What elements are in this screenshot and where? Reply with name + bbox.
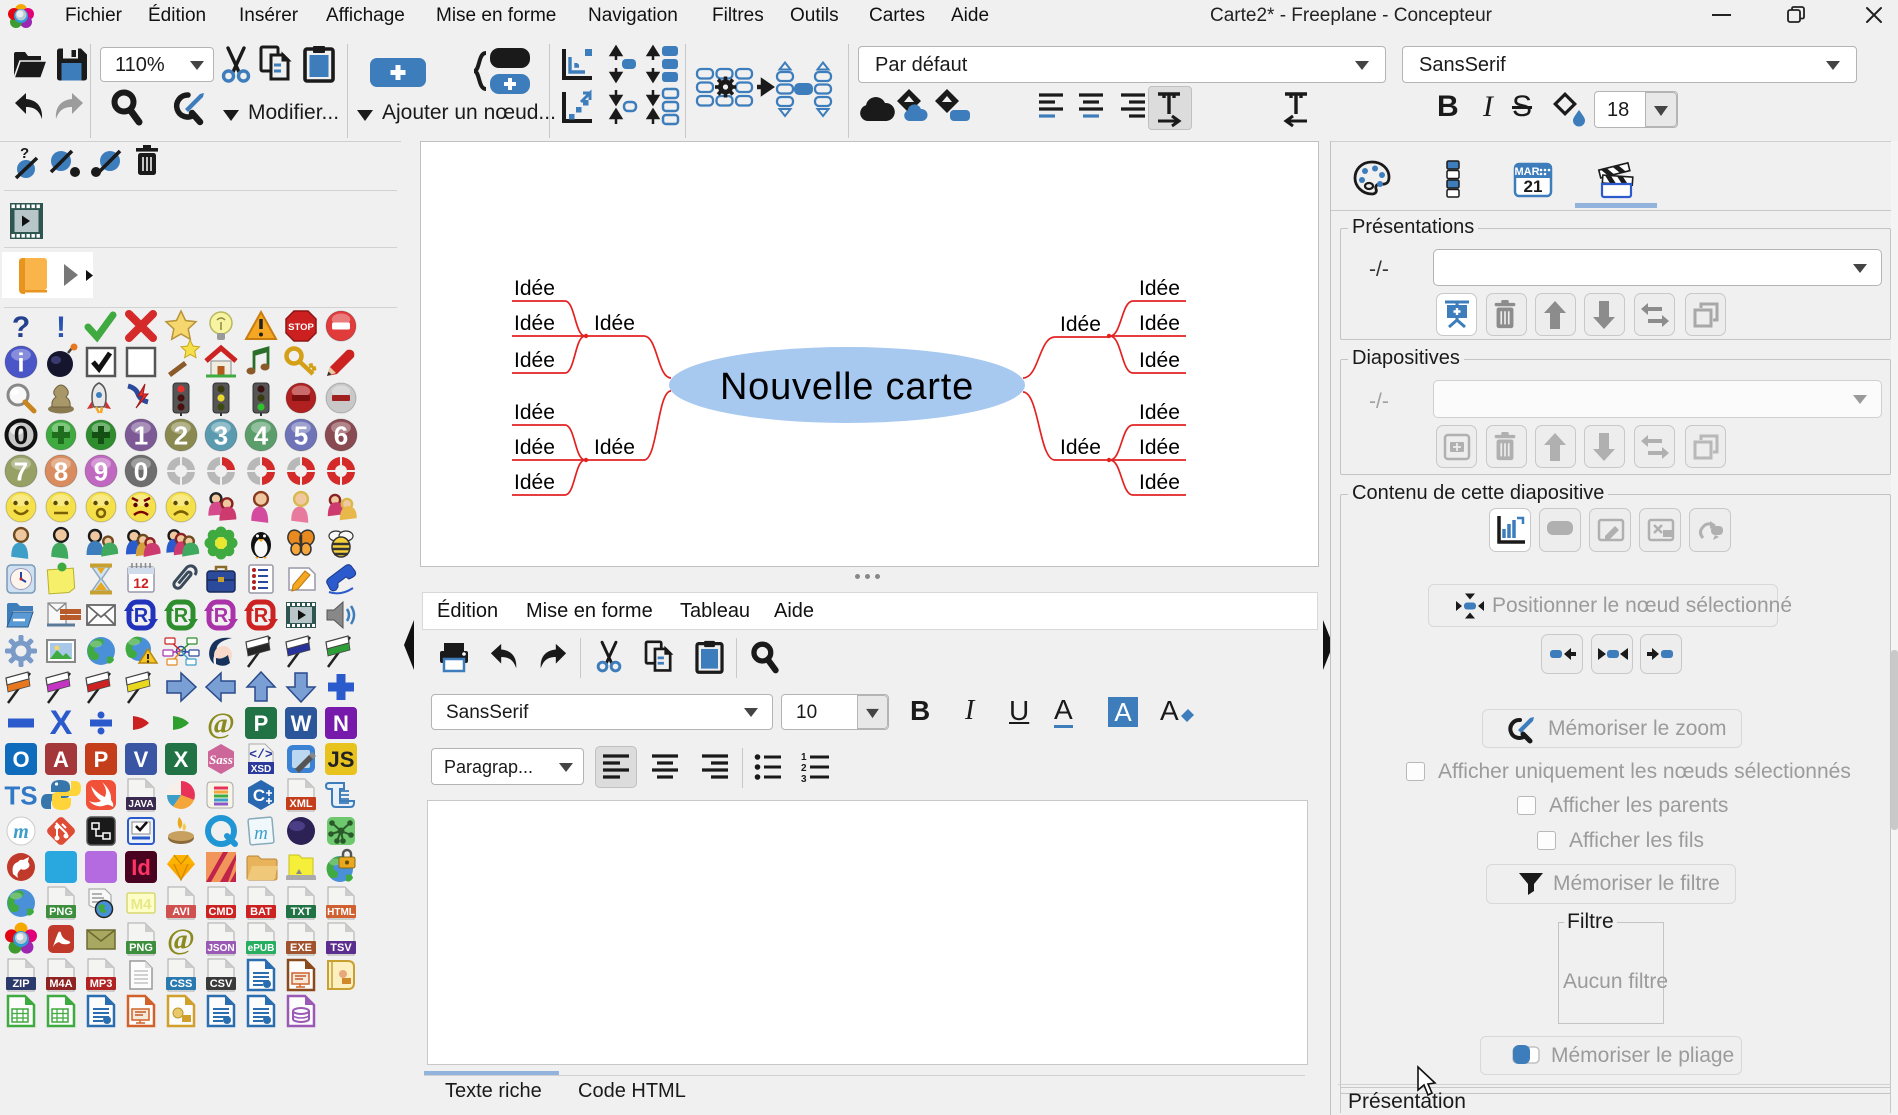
svg-text:PNG: PNG [49, 906, 73, 918]
svg-text:MP3: MP3 [90, 978, 113, 990]
svg-text:M4: M4 [131, 896, 152, 913]
svg-text:Idée: Idée [1139, 312, 1180, 335]
svg-text:AVI: AVI [172, 906, 190, 918]
svg-text:4: 4 [254, 420, 269, 450]
svg-text:JS: JS [328, 747, 355, 772]
svg-text:R: R [254, 605, 269, 627]
svg-text:ZIP: ZIP [12, 978, 29, 990]
svg-text:R: R [134, 605, 149, 627]
svg-text:Idée: Idée [1060, 436, 1101, 459]
svg-text:0: 0 [14, 420, 28, 450]
svg-text:R: R [174, 605, 189, 627]
svg-text:</>: </> [249, 747, 273, 762]
svg-text:Sass: Sass [209, 752, 233, 767]
svg-text:Idée: Idée [1060, 313, 1101, 336]
svg-text:8: 8 [54, 456, 68, 486]
svg-text:JAVA: JAVA [128, 799, 153, 810]
svg-text:@: @ [207, 707, 235, 740]
svg-text:TXT: TXT [291, 906, 312, 918]
svg-text:P: P [254, 711, 269, 736]
svg-text:1: 1 [801, 752, 807, 763]
svg-text:TS: TS [4, 780, 37, 810]
svg-text:?: ? [12, 311, 30, 344]
svg-text:!: ! [56, 311, 66, 344]
svg-text:C: C [253, 786, 265, 805]
svg-text:O: O [12, 747, 29, 772]
svg-text:X: X [174, 747, 189, 772]
svg-text:21: 21 [1524, 177, 1543, 196]
svg-text:XSD: XSD [251, 764, 272, 775]
svg-text:Idée: Idée [1139, 349, 1180, 372]
svg-text:Idée: Idée [1139, 277, 1180, 300]
svg-text:STOP: STOP [288, 322, 314, 333]
svg-text:Idée: Idée [1139, 436, 1180, 459]
svg-text:3: 3 [214, 420, 228, 450]
svg-text:2: 2 [174, 420, 188, 450]
svg-text:Nouvelle carte: Nouvelle carte [720, 366, 974, 408]
svg-text:i: i [17, 347, 24, 377]
svg-text:ePUB: ePUB [248, 943, 275, 954]
svg-text:3: 3 [801, 774, 807, 785]
svg-text:N: N [333, 711, 349, 736]
svg-text:?: ? [20, 145, 29, 162]
svg-text:7: 7 [14, 456, 28, 486]
svg-text:Idée: Idée [514, 401, 555, 424]
svg-text:@: @ [167, 923, 195, 956]
svg-text:R: R [214, 605, 229, 627]
svg-text:0: 0 [134, 456, 148, 486]
svg-text:Idée: Idée [514, 436, 555, 459]
svg-text:Idée: Idée [514, 349, 555, 372]
svg-text:Idée: Idée [1139, 401, 1180, 424]
svg-text:Idée: Idée [594, 312, 635, 335]
svg-text:1: 1 [134, 420, 148, 450]
svg-text:Idée: Idée [514, 277, 555, 300]
svg-text:Idée: Idée [594, 436, 635, 459]
svg-text:JSON: JSON [207, 943, 234, 954]
svg-text:CSV: CSV [210, 978, 233, 990]
svg-text:TSV: TSV [330, 942, 352, 954]
svg-text:M4A: M4A [49, 978, 72, 990]
svg-text:Idée: Idée [1139, 471, 1180, 494]
svg-text:9: 9 [94, 456, 108, 486]
svg-text:Idée: Idée [514, 471, 555, 494]
svg-text:m: m [13, 821, 29, 843]
svg-text:Id: Id [131, 855, 151, 880]
svg-text:CSS: CSS [170, 978, 193, 990]
svg-text:HTML: HTML [327, 907, 355, 918]
svg-text:PNG: PNG [129, 942, 153, 954]
svg-text:XML: XML [289, 798, 313, 810]
svg-text:W: W [291, 711, 312, 736]
svg-text:12: 12 [133, 575, 149, 591]
svg-text:BAT: BAT [250, 906, 272, 918]
svg-text:2: 2 [801, 763, 807, 774]
svg-text:A: A [53, 747, 69, 772]
svg-text:EXE: EXE [290, 942, 312, 954]
svg-text:Idée: Idée [514, 312, 555, 335]
svg-text:CMD: CMD [208, 906, 233, 918]
svg-text:P: P [94, 747, 109, 772]
svg-text:6: 6 [334, 420, 348, 450]
svg-text:5: 5 [294, 420, 308, 450]
svg-text:X: X [50, 704, 73, 742]
svg-text:V: V [134, 747, 149, 772]
svg-text:m: m [254, 823, 268, 844]
